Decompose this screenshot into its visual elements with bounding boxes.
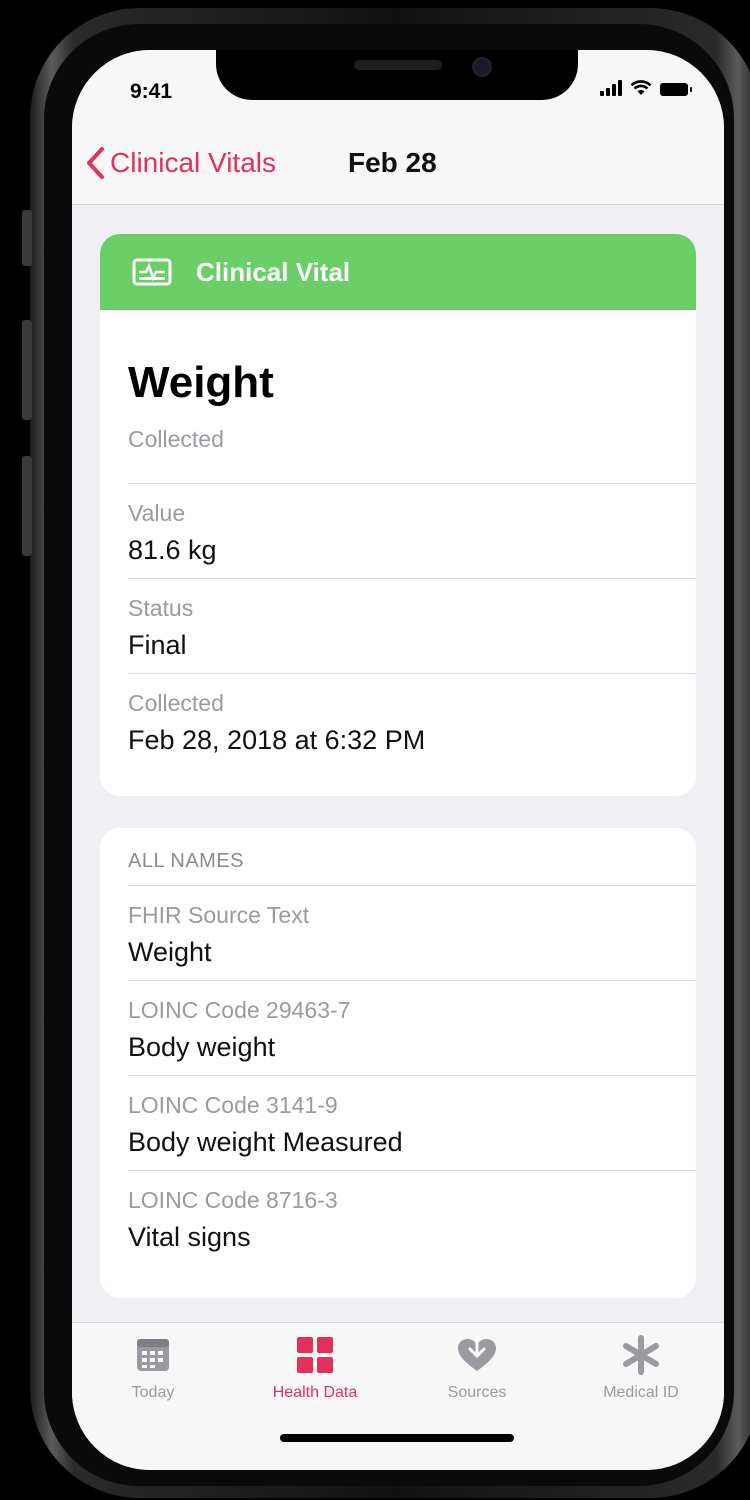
back-button-label: Clinical Vitals — [110, 147, 276, 178]
tab-medical-id[interactable]: Medical ID — [566, 1335, 716, 1402]
record-card: Clinical Vital Weight Collected Value 81… — [100, 234, 696, 796]
row-value: Feb 28, 2018 at 6:32 PM — [128, 725, 426, 755]
wifi-icon — [630, 80, 652, 95]
section-title: ALL NAMES — [128, 850, 245, 872]
tab-health-data[interactable]: Health Data — [240, 1335, 390, 1402]
volume-up-button — [22, 320, 32, 420]
all-names-card: ALL NAMES FHIR Source Text Weight LOINC … — [100, 828, 696, 1298]
phone-screen: 9:41 Clinical Vitals Feb 28 Clinical Vit… — [72, 50, 724, 1470]
row-label: LOINC Code 29463-7 — [128, 997, 351, 1023]
battery-icon — [660, 83, 692, 96]
row-label: Status — [128, 595, 194, 621]
row-label: FHIR Source Text — [128, 902, 310, 928]
tab-bar: Today Health Data Sources Medical ID — [72, 1322, 724, 1470]
home-indicator[interactable] — [280, 1434, 514, 1442]
volume-down-button — [22, 456, 32, 556]
tab-label: Today — [131, 1384, 175, 1401]
notch — [216, 50, 578, 100]
name-row: LOINC Code 8716-3 Vital signs — [128, 1170, 696, 1265]
row-value: Weight — [128, 937, 212, 967]
back-button[interactable]: Clinical Vitals — [84, 146, 276, 180]
name-row: LOINC Code 3141-9 Body weight Measured — [128, 1075, 696, 1170]
row-value: Vital signs — [128, 1222, 251, 1252]
tab-today[interactable]: Today — [78, 1335, 228, 1402]
card-header-label: Clinical Vital — [196, 256, 351, 287]
collected-row: Collected Feb 28, 2018 at 6:32 PM — [128, 673, 696, 768]
chevron-left-icon — [87, 147, 104, 179]
card-header: Clinical Vital — [100, 234, 696, 310]
front-camera — [472, 57, 492, 77]
calendar-icon — [137, 1339, 169, 1371]
value-row: Value 81.6 kg — [128, 483, 696, 578]
status-icons — [600, 80, 692, 96]
row-value: Final — [128, 630, 187, 660]
tab-label: Sources — [447, 1384, 507, 1401]
status-row: Status Final — [128, 578, 696, 673]
speaker-grille — [354, 60, 442, 70]
mute-switch — [22, 210, 32, 266]
row-label: Value — [128, 500, 186, 526]
name-row: FHIR Source Text Weight — [128, 885, 696, 980]
clinical-vital-icon — [132, 258, 172, 286]
page-title: Feb 28 — [348, 147, 437, 178]
cellular-signal-icon — [600, 80, 622, 96]
asterisk-icon — [623, 1335, 659, 1375]
tab-label: Health Data — [272, 1384, 358, 1401]
row-value: Body weight — [128, 1032, 276, 1062]
row-label: LOINC Code 3141-9 — [128, 1092, 338, 1118]
name-row: LOINC Code 29463-7 Body weight — [128, 980, 696, 1075]
record-title: Weight — [128, 358, 274, 407]
row-label: Collected — [128, 690, 224, 716]
record-subtitle: Collected — [128, 426, 224, 452]
tab-sources[interactable]: Sources — [402, 1335, 552, 1402]
row-label: LOINC Code 8716-3 — [128, 1187, 338, 1213]
grid-icon — [297, 1337, 333, 1373]
tab-label: Medical ID — [603, 1384, 679, 1401]
heart-download-icon — [458, 1335, 496, 1371]
row-value: Body weight Measured — [128, 1127, 403, 1157]
row-value: 81.6 kg — [128, 535, 217, 565]
status-time: 9:41 — [130, 80, 173, 103]
